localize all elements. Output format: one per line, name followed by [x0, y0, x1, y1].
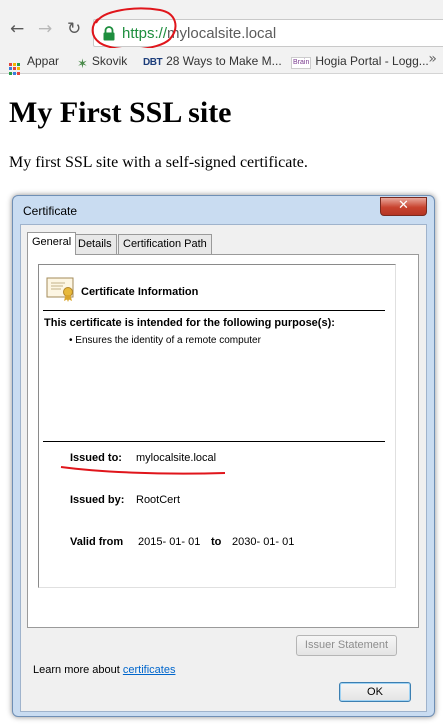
bookmark-skovik[interactable]: ✶ Skovik — [77, 53, 127, 72]
bookmark-label: Appar — [27, 54, 60, 68]
issued-by-value: RootCert — [136, 494, 181, 506]
certificates-link[interactable]: certificates — [123, 664, 176, 676]
info-heading: Certificate Information — [81, 286, 199, 298]
purpose-item-text: Ensures the identity of a remote compute… — [75, 335, 261, 346]
certificate-dialog: Certificate ✕ General Details Certificat… — [12, 195, 435, 717]
learn-more-text: Learn more about certificates — [33, 664, 175, 676]
valid-to-value: 2030- 01- 01 — [232, 536, 295, 548]
tab-general[interactable]: General — [27, 232, 77, 255]
tab-details[interactable]: Details — [73, 234, 117, 254]
ok-button[interactable]: OK — [339, 682, 411, 702]
certificate-info-box: Certificate Information This certificate… — [38, 264, 396, 588]
bookmark-apps[interactable]: Appar — [9, 53, 59, 75]
page-paragraph: My first SSL site with a self-signed cer… — [9, 154, 308, 171]
valid-to-label: to — [211, 536, 222, 548]
star-icon: ✶ — [77, 56, 88, 71]
bookmark-hogia[interactable]: Brain Hogia Portal - Logg... — [291, 53, 429, 69]
close-button[interactable]: ✕ — [380, 197, 427, 216]
dbt-icon: DBT — [143, 57, 163, 68]
bookmark-28-ways[interactable]: DBT 28 Ways to Make M... — [143, 53, 282, 71]
reload-icon[interactable]: ↻ — [67, 21, 81, 38]
issuer-statement-button[interactable]: Issuer Statement — [296, 635, 397, 656]
divider — [43, 441, 385, 442]
back-arrow-icon[interactable]: ← — [10, 21, 24, 38]
forward-arrow-icon[interactable]: → — [38, 21, 52, 38]
tab-panel-general: Certificate Information This certificate… — [27, 254, 419, 628]
tab-certification-path[interactable]: Certification Path — [118, 234, 212, 254]
browser-toolbar: ← → ↻ https://mylocalsite.local — [0, 0, 443, 51]
dialog-title: Certificate — [23, 204, 78, 218]
apps-grid-icon — [9, 63, 21, 75]
purpose-heading: This certificate is intended for the fol… — [44, 317, 335, 329]
bookmark-label: 28 Ways to Make M... — [166, 54, 282, 68]
divider — [43, 310, 385, 311]
page-heading: My First SSL site — [9, 96, 232, 129]
bookmarks-bar: Appar ✶ Skovik DBT 28 Ways to Make M... Br… — [0, 48, 443, 75]
valid-from-label: Valid from — [70, 536, 124, 548]
url-host: mylocalsite.local — [167, 25, 277, 42]
bookmark-label: Skovik — [91, 54, 128, 68]
bookmarks-overflow-button[interactable]: » — [428, 51, 437, 67]
brain-icon: Brain — [291, 57, 312, 69]
dialog-body: General Details Certification Path Certi… — [20, 224, 427, 712]
annotation-underline — [60, 466, 226, 475]
bookmark-label: Hogia Portal - Logg... — [315, 54, 429, 68]
valid-from-value: 2015- 01- 01 — [138, 536, 201, 548]
learn-more-prefix: Learn more about — [33, 664, 123, 676]
certificate-icon — [46, 277, 74, 302]
purpose-item: • Ensures the identity of a remote compu… — [69, 335, 261, 346]
issued-by-label: Issued by: — [70, 494, 125, 506]
